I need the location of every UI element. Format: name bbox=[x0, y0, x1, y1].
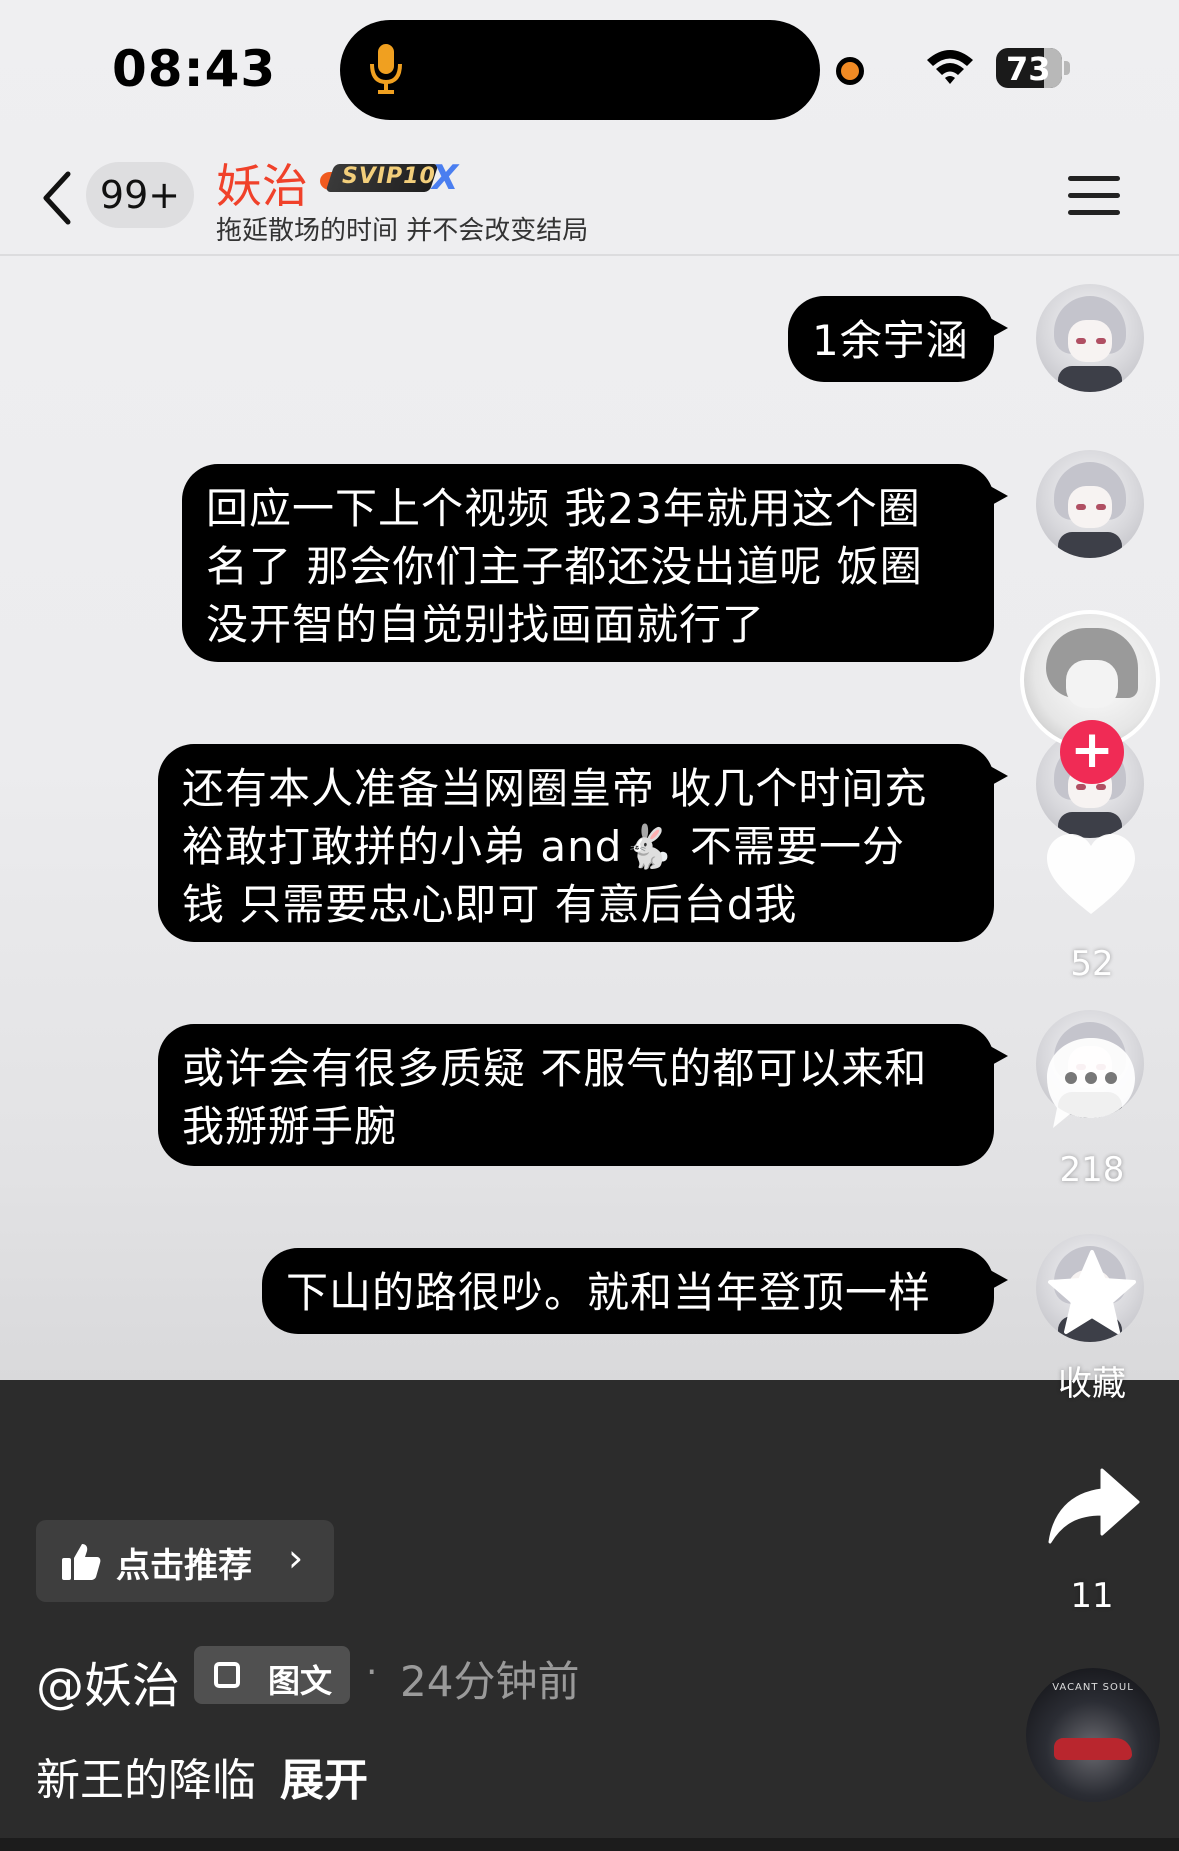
menu-icon[interactable] bbox=[1068, 176, 1120, 216]
vip-badge-suffix: X bbox=[432, 158, 459, 198]
sender-avatar bbox=[1036, 450, 1144, 558]
message-bubble-1: 1余宇涵 bbox=[788, 296, 1008, 382]
separator-dot: · bbox=[366, 1652, 378, 1693]
music-band-label: VACANT SOUL bbox=[1052, 1682, 1134, 1693]
header-divider bbox=[0, 254, 1179, 256]
chevron-right-icon: › bbox=[288, 1536, 304, 1580]
message-bubble-2: 回应一下上个视频 我23年就用这个圈 名了 那会你们主子都还没出道呢 饭圈 没开… bbox=[182, 464, 1008, 662]
recording-indicator bbox=[836, 57, 864, 85]
chat-title: 妖治 bbox=[216, 159, 308, 213]
comment-icon[interactable] bbox=[1043, 1034, 1139, 1134]
music-disc[interactable]: VACANT SOUL bbox=[1026, 1668, 1160, 1802]
vip-badge: SVIP10 X bbox=[320, 158, 460, 198]
caption-text: 新王的降临 bbox=[36, 1755, 256, 1806]
status-time: 08:43 bbox=[112, 40, 277, 98]
expand-link[interactable]: 展开 bbox=[280, 1755, 368, 1806]
recommend-button[interactable]: 点击推荐 › bbox=[36, 1520, 334, 1602]
post-type-label: 图文 bbox=[268, 1662, 333, 1700]
like-count: 52 bbox=[1070, 944, 1114, 984]
dynamic-island bbox=[340, 20, 820, 120]
microphone-icon bbox=[370, 44, 402, 94]
follow-button[interactable]: + bbox=[1060, 720, 1124, 784]
message-bubble-3: 还有本人准备当网圈皇帝 收几个时间充 裕敢打敢拼的小弟 and🐇 不需要一分 钱… bbox=[158, 744, 1008, 942]
battery-indicator: 73 bbox=[996, 48, 1070, 88]
heart-icon[interactable] bbox=[1043, 830, 1139, 920]
battery-level: 73 bbox=[1006, 50, 1051, 88]
star-icon[interactable] bbox=[1046, 1248, 1138, 1336]
post-time: 24分钟前 bbox=[400, 1657, 580, 1706]
image-text-icon bbox=[214, 1662, 240, 1688]
recommend-label: 点击推荐 bbox=[116, 1546, 252, 1586]
share-icon[interactable] bbox=[1046, 1466, 1142, 1546]
vip-badge-label: SVIP10 bbox=[342, 164, 436, 189]
unread-count-badge[interactable]: 99+ bbox=[86, 162, 194, 228]
chat-signature: 拖延散场的时间 并不会改变结局 bbox=[216, 216, 589, 246]
thumbs-up-icon bbox=[62, 1544, 101, 1580]
bottom-strip bbox=[0, 1838, 1179, 1851]
sender-avatar bbox=[1036, 284, 1144, 392]
back-chevron-icon[interactable] bbox=[38, 168, 78, 228]
post-caption: 新王的降临 展开 bbox=[36, 1744, 368, 1808]
comment-count: 218 bbox=[1059, 1150, 1125, 1190]
message-bubble-5: 下山的路很吵。就和当年登顶一样 bbox=[262, 1248, 1008, 1334]
favorite-label: 收藏 bbox=[1058, 1364, 1126, 1404]
wifi-icon bbox=[927, 50, 973, 84]
author-handle[interactable]: @妖治 bbox=[36, 1646, 180, 1716]
share-count: 11 bbox=[1070, 1576, 1114, 1616]
post-type-badge: 图文 bbox=[194, 1646, 350, 1704]
message-bubble-4: 或许会有很多质疑 不服气的都可以来和 我掰掰手腕 bbox=[158, 1024, 1008, 1166]
